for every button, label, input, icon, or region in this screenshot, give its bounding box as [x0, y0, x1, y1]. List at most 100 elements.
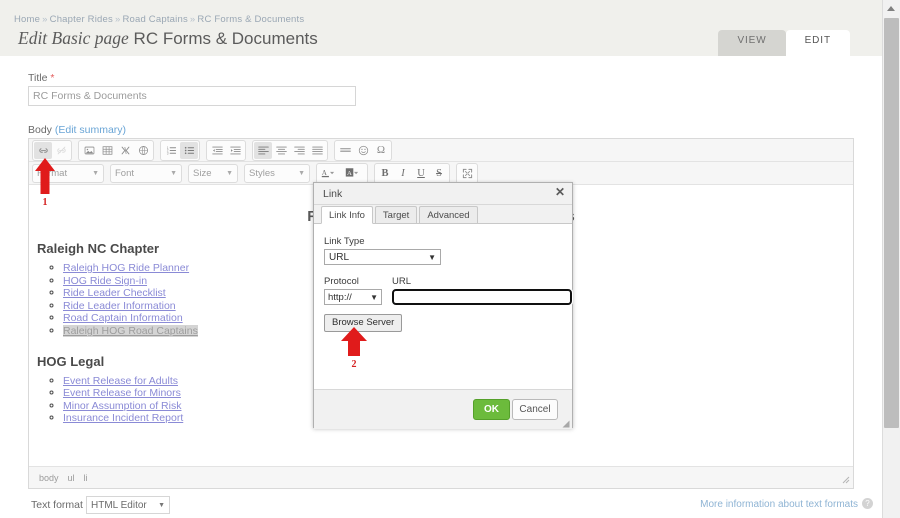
align-right-icon[interactable]	[290, 142, 308, 159]
bold-icon[interactable]: B	[376, 165, 394, 182]
link-dialog: Link ✕ Link Info Target Advanced Link Type…	[313, 182, 573, 429]
styles-select[interactable]: Styles ▼	[244, 163, 310, 183]
chevron-down-icon: ▼	[298, 169, 305, 177]
doc-link-minor-assumption-of-risk[interactable]: Minor Assumption of Risk	[63, 400, 181, 412]
breadcrumb-separator: »	[42, 14, 48, 25]
underline-icon[interactable]: U	[412, 165, 430, 182]
breadcrumb-item-chapter-rides[interactable]: Chapter Rides	[50, 14, 113, 25]
breadcrumb-item-rc-forms-documents[interactable]: RC Forms & Documents	[197, 14, 304, 25]
tab-link-info[interactable]: Link Info	[321, 206, 373, 224]
protocol-label: Protocol	[324, 276, 359, 287]
text-format-select[interactable]: HTML Editor ▼	[86, 496, 170, 514]
editor-resize-grip[interactable]	[841, 475, 851, 485]
body-field-label: Body (Edit summary)	[28, 124, 126, 136]
more-info-text-formats-link[interactable]: More information about text formats	[700, 499, 858, 510]
tab-target[interactable]: Target	[374, 206, 418, 223]
link-dialog-tabs: Link Info Target Advanced	[314, 205, 572, 224]
breadcrumb-item-home[interactable]: Home	[14, 14, 40, 25]
doc-link-event-release-for-minors[interactable]: Event Release for Minors	[63, 387, 181, 399]
breadcrumb-separator: »	[189, 14, 196, 25]
link-type-select[interactable]: URL ▼	[324, 249, 441, 265]
page-title: Edit Basic page RC Forms & Documents	[18, 28, 318, 49]
background-color-icon[interactable]: A	[342, 165, 366, 182]
numbered-list-icon[interactable]: 123	[162, 142, 180, 159]
doc-link-ride-leader-checklist[interactable]: Ride Leader Checklist	[63, 287, 166, 299]
breadcrumb-item-road-captains[interactable]: Road Captains	[122, 14, 187, 25]
toolbar-group-indent	[206, 139, 246, 161]
smiley-icon[interactable]	[354, 142, 372, 159]
unlink-icon[interactable]	[52, 142, 70, 159]
edit-summary-link[interactable]: (Edit summary)	[55, 124, 126, 136]
title-input[interactable]	[28, 86, 356, 106]
bulleted-list-icon[interactable]	[180, 141, 198, 159]
increase-indent-icon[interactable]	[226, 142, 244, 159]
image-icon[interactable]	[80, 142, 98, 159]
toolbar-group-align	[252, 139, 328, 161]
cancel-button[interactable]: Cancel	[512, 399, 558, 420]
tab-edit[interactable]: EDIT	[785, 30, 850, 56]
protocol-select[interactable]: http:// ▼	[324, 289, 382, 305]
link-icon[interactable]	[34, 141, 52, 159]
scrollbar-up-arrow-icon[interactable]	[883, 0, 900, 16]
breadcrumb: Home» Chapter Rides» Road Captains» RC Form…	[14, 14, 304, 25]
view-edit-tabs: VIEW EDIT	[718, 30, 850, 56]
page-title-node-name: RC Forms & Documents	[133, 29, 318, 48]
anchor-icon[interactable]	[134, 142, 152, 159]
text-color-icon[interactable]: A	[318, 165, 342, 182]
protocol-value: http://	[328, 291, 352, 303]
decrease-indent-icon[interactable]	[208, 142, 226, 159]
text-format-value: HTML Editor	[91, 499, 147, 511]
tab-advanced[interactable]: Advanced	[419, 206, 478, 223]
ok-button[interactable]: OK	[473, 399, 510, 420]
special-character-icon[interactable]: Ω	[372, 142, 390, 159]
close-icon[interactable]: ✕	[555, 186, 565, 199]
up-arrow-icon	[341, 327, 367, 356]
chevron-down-icon: ▼	[226, 169, 233, 177]
toolbar-group-styling: B I U S	[374, 162, 450, 184]
page-scrollbar[interactable]	[882, 0, 900, 518]
page-title-action: Edit Basic page	[18, 28, 129, 48]
font-select[interactable]: Font ▼	[110, 163, 182, 183]
strikethrough-icon[interactable]: S	[430, 165, 448, 182]
scrollbar-thumb[interactable]	[884, 18, 899, 428]
doc-link-raleigh-hog-road-captains[interactable]: Raleigh HOG Road Captains	[63, 324, 198, 337]
help-icon[interactable]: ?	[862, 498, 873, 509]
url-input[interactable]	[391, 288, 573, 306]
align-center-icon[interactable]	[272, 142, 290, 159]
doc-link-raleigh-hog-ride-planner[interactable]: Raleigh HOG Ride Planner	[63, 262, 189, 274]
template-icon[interactable]	[116, 142, 134, 159]
element-path-bar: body ul li	[29, 466, 853, 488]
body-label-text: Body	[28, 124, 52, 136]
element-path-ul[interactable]: ul	[68, 473, 75, 483]
italic-icon[interactable]: I	[394, 165, 412, 182]
link-dialog-titlebar[interactable]: Link ✕	[314, 183, 572, 205]
annotation-arrow-1: 1	[33, 157, 57, 208]
tab-view[interactable]: VIEW	[718, 30, 786, 56]
annotation-number-2: 2	[351, 359, 357, 370]
doc-link-insurance-incident-report[interactable]: Insurance Incident Report	[63, 412, 183, 424]
toolbar-group-colors: A A	[316, 162, 368, 184]
element-path-li[interactable]: li	[84, 473, 88, 483]
element-path-body[interactable]: body	[39, 473, 59, 483]
font-select-label: Font	[115, 167, 135, 179]
chevron-down-icon: ▼	[92, 169, 99, 177]
editor-toolbar-row-1: 123 Ω	[29, 139, 853, 162]
chevron-down-icon: ▼	[170, 169, 177, 177]
doc-link-road-captain-information[interactable]: Road Captain Information	[63, 312, 183, 324]
chevron-down-icon: ▼	[158, 501, 165, 509]
title-field-label: Title *	[28, 72, 54, 84]
dialog-resize-grip[interactable]	[561, 419, 570, 428]
svg-text:3: 3	[166, 151, 168, 155]
doc-link-event-release-for-adults[interactable]: Event Release for Adults	[63, 375, 178, 387]
table-icon[interactable]	[98, 142, 116, 159]
doc-link-ride-leader-information[interactable]: Ride Leader Information	[63, 300, 176, 312]
align-justify-icon[interactable]	[308, 142, 326, 159]
horizontal-rule-icon[interactable]	[336, 142, 354, 159]
svg-text:A: A	[347, 170, 352, 177]
toolbar-group-maximize	[456, 162, 478, 184]
align-left-icon[interactable]	[254, 141, 272, 159]
doc-link-hog-ride-sign-in[interactable]: HOG Ride Sign-in	[63, 275, 147, 287]
size-select[interactable]: Size ▼	[188, 163, 238, 183]
maximize-icon[interactable]	[458, 165, 476, 182]
chevron-down-icon: ▼	[370, 292, 378, 302]
